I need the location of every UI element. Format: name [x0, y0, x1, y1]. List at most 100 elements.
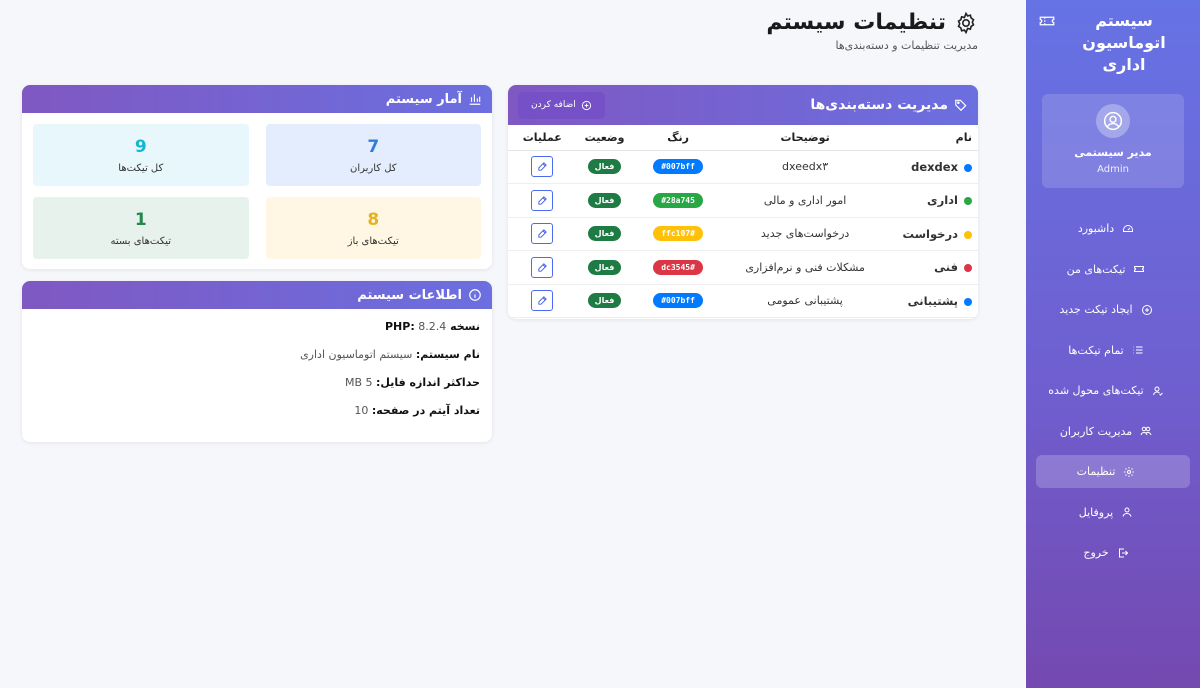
category-status-cell: فعال: [576, 284, 633, 318]
col-name: نام: [886, 125, 978, 151]
plus-circle-icon: [1141, 304, 1152, 315]
sidebar-nav: داشبورد تیکت‌های من ایجاد تیکت جدید تمام…: [1036, 212, 1190, 569]
category-name: اداری: [927, 193, 958, 208]
sidebar-item-label: تمام تیکت‌ها: [1068, 343, 1124, 357]
info-value: سیستم اتوماسیون اداری: [300, 348, 413, 361]
category-color-cell: #007bff: [632, 150, 724, 184]
stat-tile: 9 کل تیکت‌ها: [33, 124, 249, 186]
table-row: پشتیبانی پشتیبانی عمومی #007bff فعال: [508, 284, 978, 318]
category-name: dexdex: [911, 159, 958, 174]
edit-button[interactable]: [531, 256, 554, 278]
sidebar-item-assigned-tickets[interactable]: تیکت‌های محول شده: [1036, 374, 1190, 407]
sidebar-item-label: خروج: [1083, 546, 1109, 559]
col-ops: عملیات: [508, 125, 577, 151]
list-icon: [1133, 346, 1143, 354]
add-category-button[interactable]: اضافه کردن: [518, 91, 605, 119]
user-card: مدیر سیستمی Admin: [1042, 94, 1184, 188]
sidebar-item-label: تیکت‌های محول شده: [1048, 384, 1144, 397]
color-dot: [964, 264, 972, 273]
stat-value: 1: [134, 209, 147, 230]
page-subtitle: مدیریت تنظیمات و دسته‌بندی‌ها: [835, 39, 978, 52]
edit-button[interactable]: [531, 189, 554, 211]
sidebar-item-dashboard[interactable]: داشبورد: [1036, 212, 1190, 245]
category-status-cell: فعال: [576, 183, 633, 218]
pencil-icon: [538, 262, 547, 272]
col-desc: توضیحات: [723, 125, 887, 151]
categories-card-header: مدیریت دسته‌بندی‌ها اضافه کردن: [508, 85, 978, 125]
sidebar-item-settings[interactable]: تنظیمات: [1036, 455, 1190, 488]
stat-value: 9: [134, 136, 147, 157]
category-name-cell: پشتیبانی: [886, 284, 978, 318]
info-value: 10: [354, 404, 369, 417]
status-badge: فعال: [587, 259, 622, 275]
sidebar-item-all-tickets[interactable]: تمام تیکت‌ها: [1036, 334, 1190, 367]
sidebar-item-profile[interactable]: پروفایل: [1036, 496, 1190, 529]
bar-chart-icon: [469, 94, 481, 105]
category-description: مشکلات فنی و نرم‌افزاری: [723, 250, 887, 285]
sidebar-item-my-tickets[interactable]: تیکت‌های من: [1036, 253, 1190, 286]
categories-tbody: dexdex dxeedx۳ #007bff فعال اداری امور اداری …: [508, 150, 978, 318]
sidebar-brand: سیستم اتوماسیون اداری: [1036, 8, 1190, 76]
status-badge: فعال: [587, 192, 622, 208]
category-description: dxeedx۳: [723, 150, 887, 184]
category-name: پشتیبانی: [907, 293, 958, 308]
ticket-icon: [1134, 266, 1145, 272]
category-name-cell: درخواست: [886, 217, 978, 251]
sidebar-item-label: ایجاد تیکت جدید: [1059, 303, 1133, 316]
pencil-icon: [538, 195, 547, 205]
category-description: پشتیبانی عمومی: [723, 284, 887, 318]
info-row: نسخه PHP: 8.2.4: [34, 320, 480, 348]
categories-table: نام توضیحات رنگ وضعیت عملیات dexdex dxeed…: [508, 125, 978, 318]
category-ops-cell: [508, 183, 577, 218]
col-color: رنگ: [632, 125, 724, 151]
categories-title: مدیریت دسته‌بندی‌ها: [810, 97, 948, 113]
pencil-icon: [538, 296, 547, 305]
page-header: تنظیمات سیستم مدیریت تنظیمات و دسته‌بندی…: [766, 10, 978, 52]
user-circle-icon: [1103, 111, 1123, 131]
stat-value: 7: [367, 136, 380, 157]
system-info-card: اطلاعات سیستم نسخه PHP: 8.2.4 نام سیستم: …: [22, 281, 492, 442]
info-label: تعداد آیتم در صفحه:: [371, 404, 480, 417]
category-status-cell: فعال: [576, 217, 633, 251]
user-role: Admin: [1097, 164, 1129, 175]
page-title-row: تنظیمات سیستم: [766, 10, 978, 35]
category-description: امور اداری و مالی: [723, 183, 887, 218]
category-status-cell: فعال: [576, 250, 633, 285]
sidebar-item-users[interactable]: مدیریت کاربران: [1036, 415, 1190, 448]
category-name: درخواست: [902, 226, 958, 241]
table-row: اداری امور اداری و مالی #28a745 فعال: [508, 183, 978, 218]
plus-circle-icon: [581, 100, 591, 110]
table-row: فنی مشکلات فنی و نرم‌افزاری #dc3545 فعال: [508, 250, 978, 285]
info-label: حداکثر اندازه فایل:: [376, 376, 480, 389]
category-name-cell: dexdex: [886, 150, 978, 184]
color-badge: #ffc107: [653, 226, 703, 242]
color-badge: #dc3545: [653, 259, 703, 275]
category-status-cell: فعال: [576, 150, 633, 184]
sidebar-item-label: پروفایل: [1078, 505, 1114, 519]
color-dot: [964, 230, 972, 239]
stat-tile: 7 کل کاربران: [265, 124, 481, 186]
gear-icon: [1124, 466, 1135, 477]
sidebar-item-label: مدیریت کاربران: [1059, 424, 1133, 438]
status-badge: فعال: [587, 159, 622, 175]
sidebar-item-new-ticket[interactable]: ایجاد تیکت جدید: [1036, 293, 1190, 326]
info-icon: [469, 289, 481, 301]
edit-button[interactable]: [531, 223, 554, 245]
tags-icon: [955, 99, 967, 112]
stat-value: 8: [367, 209, 380, 230]
sidebar-item-logout[interactable]: خروج: [1036, 536, 1190, 569]
category-description: درخواست‌های جدید: [723, 217, 887, 251]
edit-button[interactable]: [531, 290, 554, 312]
stats-grid: 7 کل کاربران 9 کل تیکت‌ها 8 تیکت‌های باز 1 تیکت…: [22, 113, 492, 269]
sidebar: سیستم اتوماسیون اداری مدیر سیستمی Admin …: [1026, 0, 1200, 688]
color-dot: [964, 197, 972, 206]
stat-label: کل تیکت‌ها: [118, 162, 164, 174]
info-card-header: اطلاعات سیستم: [22, 281, 492, 309]
category-ops-cell: [508, 250, 577, 285]
category-color-cell: #007bff: [632, 284, 724, 318]
color-dot: [964, 163, 972, 172]
ticket-icon: [1039, 16, 1055, 26]
stats-title: آمار سیستم: [385, 91, 462, 107]
edit-button[interactable]: [531, 156, 554, 178]
stats-card-header: آمار سیستم: [22, 85, 492, 113]
